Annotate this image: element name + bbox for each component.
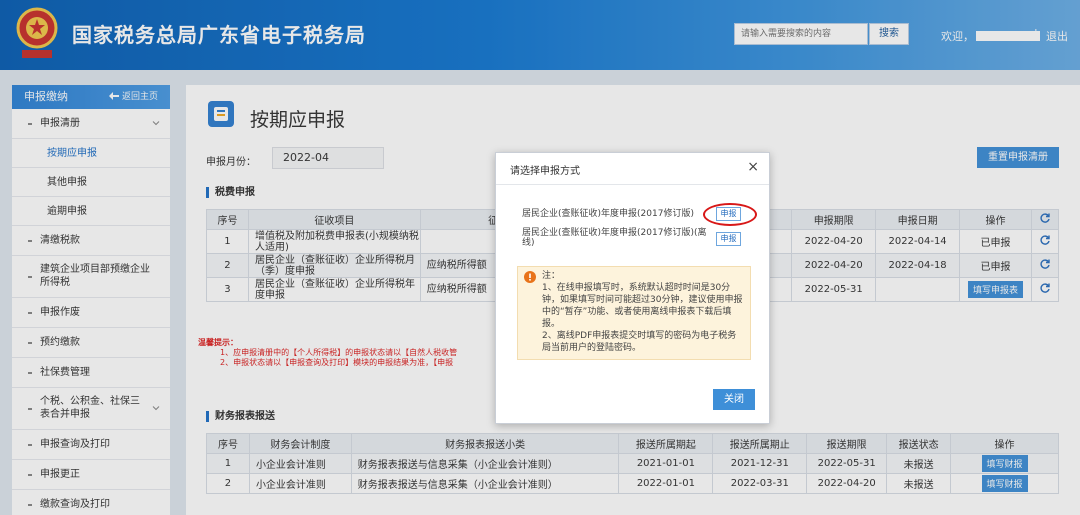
highlight-circle: [703, 203, 757, 226]
offline-declare-button[interactable]: 申报: [716, 232, 741, 246]
dialog-divider: [496, 184, 769, 185]
dialog-title: 请选择申报方式: [510, 166, 580, 177]
offline-option-label: 居民企业(查账征收)年度申报(2017修订版)(离线): [522, 228, 707, 248]
close-icon[interactable]: ×: [747, 159, 759, 175]
notice-line: 2、离线PDF申报表提交时填写的密码为电子税务局当前用户的登陆密码。: [542, 331, 737, 353]
notice-heading: 注：: [542, 271, 561, 281]
notice-line: 1、在线申报填写时，系统默认超时时间是30分钟，如果填写时间可能超过30分钟，建…: [542, 283, 743, 329]
online-option-label: 居民企业(查账征收)年度申报(2017修订版): [522, 209, 694, 219]
notice-box: 注： 1、在线申报填写时，系统默认超时时间是30分钟，如果填写时间可能超过30分…: [517, 266, 751, 360]
close-dialog-button[interactable]: 关闭: [713, 389, 755, 410]
choose-declaration-method-dialog: 请选择申报方式 × 居民企业(查账征收)年度申报(2017修订版) 申报 居民企…: [495, 152, 770, 424]
warning-icon: [524, 271, 536, 283]
